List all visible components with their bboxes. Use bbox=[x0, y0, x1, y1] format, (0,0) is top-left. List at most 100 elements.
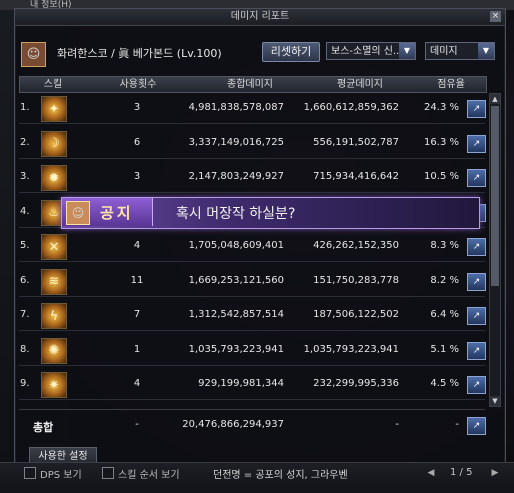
total-label: 총합 bbox=[33, 421, 54, 434]
share-icon[interactable]: ↗ bbox=[467, 417, 486, 435]
row-avg: 1,035,793,223,941 bbox=[303, 343, 399, 355]
col-skill[interactable]: 스킬 bbox=[38, 77, 68, 92]
window-title: 데미지 리포트 bbox=[15, 9, 505, 26]
row-rank: 6. bbox=[20, 274, 30, 286]
page-indicator: 1 / 5 bbox=[450, 467, 473, 478]
row-total: 1,312,542,857,514 bbox=[188, 309, 284, 320]
notice-avatar-icon: ☺ bbox=[66, 201, 90, 225]
row-count: 3 bbox=[133, 102, 141, 113]
row-count: 11 bbox=[130, 274, 144, 286]
star-burst-icon: ✷ bbox=[41, 372, 67, 398]
share-icon[interactable]: ↗ bbox=[467, 307, 486, 325]
notice-message: 혹시 머장작 하실분? bbox=[176, 206, 296, 222]
metric-select[interactable]: 데미지 ▼ bbox=[425, 42, 495, 60]
thunder-icon: ϟ bbox=[41, 303, 67, 329]
row-total: 4,981,838,578,087 bbox=[188, 102, 284, 113]
notice-label: 공지 bbox=[100, 204, 134, 222]
share-icon[interactable]: ↗ bbox=[467, 169, 486, 187]
sword-burst-icon: ✦ bbox=[41, 96, 67, 122]
row-count: 4 bbox=[133, 378, 141, 389]
row-share: 16.3 % bbox=[424, 136, 459, 148]
table-row: 3. ✹ 3 2,147,803,249,927 715,934,416,642 10.5… bbox=[19, 162, 486, 193]
table-row: 2. ☽ 6 3,337,149,016,725 556,191,502,787 16.3… bbox=[19, 128, 486, 159]
skill-order-checkbox[interactable] bbox=[102, 467, 114, 479]
row-rank: 7. bbox=[20, 309, 30, 320]
row-total: 2,147,803,249,927 bbox=[188, 171, 284, 182]
table-row: 7. ϟ 7 1,312,542,857,514 187,506,122,502 6.4 … bbox=[19, 300, 486, 331]
row-total: 929,199,981,344 bbox=[198, 378, 284, 389]
row-share: 24.3 % bbox=[424, 102, 459, 113]
crescent-slash-icon: ☽ bbox=[41, 130, 67, 157]
triple-slash-icon: ≋ bbox=[41, 268, 67, 295]
table-header: 스킬 사용횟수 종합데미지 평균데미지 점유율 bbox=[19, 76, 487, 93]
row-avg: 232,299,995,336 bbox=[313, 378, 399, 389]
scrollbar[interactable]: ▲ ▼ bbox=[489, 93, 501, 407]
row-rank: 8. bbox=[20, 343, 30, 355]
row-share: 8.3 % bbox=[430, 240, 459, 251]
share-icon[interactable]: ↗ bbox=[467, 376, 486, 394]
boss-filter-select[interactable]: 보스-소멸의 신... ▼ bbox=[326, 42, 416, 60]
dps-checkbox[interactable] bbox=[24, 467, 36, 479]
col-count[interactable]: 사용횟수 bbox=[108, 77, 168, 92]
row-rank: 1. bbox=[20, 102, 30, 113]
dungeon-name: 던전명 = 공포의 성지, 그라우벤 bbox=[213, 470, 348, 481]
scroll-thumb[interactable] bbox=[491, 106, 499, 286]
share-icon[interactable]: ↗ bbox=[467, 238, 486, 256]
row-total: 1,035,793,223,941 bbox=[188, 343, 284, 355]
reset-button[interactable]: 리셋하기 bbox=[262, 42, 320, 62]
row-count: 6 bbox=[133, 136, 141, 148]
row-avg: 187,506,122,502 bbox=[313, 309, 399, 320]
total-share: - bbox=[455, 419, 459, 430]
dps-label: DPS 보기 bbox=[40, 470, 82, 481]
row-rank: 9. bbox=[20, 378, 30, 389]
share-icon[interactable]: ↗ bbox=[467, 272, 486, 291]
col-avg[interactable]: 평균데미지 bbox=[320, 77, 400, 92]
scroll-up-icon[interactable]: ▲ bbox=[490, 94, 500, 104]
scroll-down-icon[interactable]: ▼ bbox=[490, 396, 500, 406]
chevron-down-icon[interactable]: ▼ bbox=[399, 43, 415, 59]
row-share: 10.5 % bbox=[424, 171, 459, 182]
row-rank: 4. bbox=[20, 205, 30, 217]
close-icon[interactable]: × bbox=[490, 11, 501, 22]
row-rank: 3. bbox=[20, 171, 30, 182]
table-row: 5. ✕ 4 1,705,048,609,401 426,262,152,350 8.3 … bbox=[19, 231, 486, 262]
row-count: 1 bbox=[133, 343, 141, 355]
character-name: 화려한스코 / 眞 베가본드 (Lv.100) bbox=[57, 47, 222, 60]
damage-report-window: 데미지 리포트 × ☺ 화려한스코 / 眞 베가본드 (Lv.100) 리셋하기… bbox=[14, 8, 506, 466]
row-avg: 426,262,152,350 bbox=[313, 240, 399, 251]
row-count: 3 bbox=[133, 171, 141, 182]
row-avg: 1,660,612,859,362 bbox=[303, 102, 399, 113]
table-row: 8. ✺ 1 1,035,793,223,941 1,035,793,223,941 5.… bbox=[19, 335, 486, 366]
total-damage: 20,476,866,294,937 bbox=[182, 419, 284, 430]
total-row: 총합 - 20,476,866,294,937 - - ↗ bbox=[19, 409, 486, 440]
row-total: 1,669,253,121,560 bbox=[188, 274, 284, 286]
row-rank: 2. bbox=[20, 136, 30, 148]
total-count: - bbox=[135, 419, 139, 430]
table-row: 1. ✦ 3 4,981,838,578,087 1,660,612,859,362 24… bbox=[19, 93, 486, 124]
share-icon[interactable]: ↗ bbox=[467, 134, 486, 153]
row-share: 8.2 % bbox=[430, 274, 459, 286]
notice-label-box: ☺ 공지 bbox=[62, 198, 153, 226]
col-share[interactable]: 점유율 bbox=[426, 77, 476, 92]
metric-value: 데미지 bbox=[430, 46, 458, 57]
notice-popup: ☺ 공지 혹시 머장작 하실분? bbox=[61, 197, 480, 229]
row-rank: 5. bbox=[20, 240, 30, 251]
table-row: 6. ≋ 11 1,669,253,121,560 151,750,283,778 8.2… bbox=[19, 266, 486, 297]
row-share: 5.1 % bbox=[430, 343, 459, 355]
col-total[interactable]: 종합데미지 bbox=[210, 77, 290, 92]
skill-order-label: 스킬 순서 보기 bbox=[118, 470, 180, 481]
row-count: 7 bbox=[133, 309, 141, 320]
page-next-icon[interactable]: ▶ bbox=[489, 467, 501, 479]
chevron-down-icon[interactable]: ▼ bbox=[478, 43, 494, 59]
share-icon[interactable]: ↗ bbox=[467, 100, 486, 118]
row-count: 4 bbox=[133, 240, 141, 251]
explosion-icon: ✺ bbox=[41, 337, 67, 364]
row-total: 1,705,048,609,401 bbox=[188, 240, 284, 251]
page-prev-icon[interactable]: ◀ bbox=[425, 467, 437, 479]
boss-filter-value: 보스-소멸의 신... bbox=[331, 46, 403, 57]
row-share: 4.5 % bbox=[430, 378, 459, 389]
row-avg: 556,191,502,787 bbox=[313, 136, 399, 148]
row-share: 6.4 % bbox=[430, 309, 459, 320]
row-avg: 151,750,283,778 bbox=[313, 274, 399, 286]
share-icon[interactable]: ↗ bbox=[467, 341, 486, 360]
